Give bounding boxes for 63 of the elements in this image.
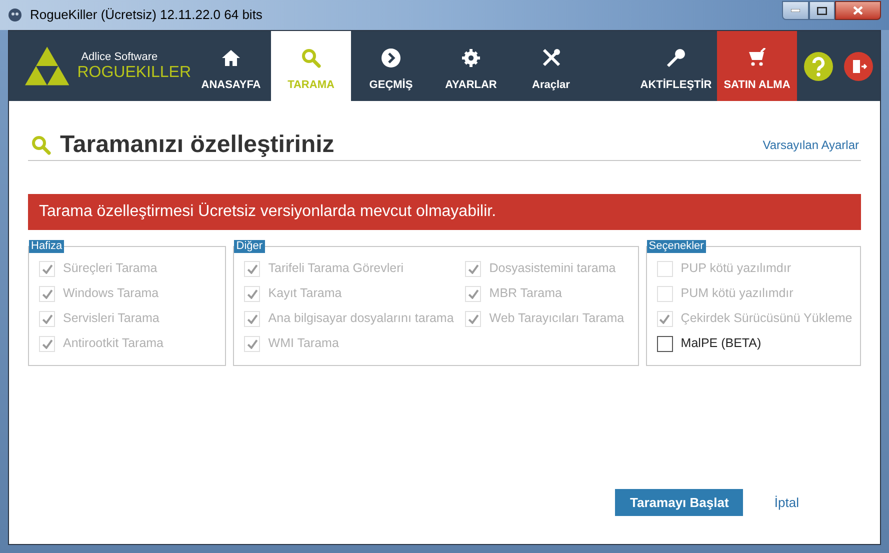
buy-tab[interactable]: SATIN ALMA <box>717 31 797 101</box>
nav-tab[interactable]: AKTİFLEŞTİR <box>635 31 717 101</box>
nav-tab[interactable]: AYARLAR <box>431 31 511 101</box>
check-icon <box>659 314 670 324</box>
exit-door-icon[interactable] <box>844 52 873 80</box>
checkbox-label: Süreçleri Tarama <box>63 260 158 278</box>
close-button[interactable] <box>835 1 881 20</box>
checkbox-label: Servisleri Tarama <box>63 310 160 328</box>
check-icon <box>246 264 258 274</box>
default-settings-link[interactable]: Varsayılan Ayarlar <box>762 136 859 154</box>
triangle-logo-icon <box>25 46 70 86</box>
checkbox-label: Kayıt Tarama <box>268 285 342 302</box>
check-icon <box>246 338 258 348</box>
help-icon[interactable] <box>804 52 833 80</box>
checkbox-label: Tarifeli Tarama Görevleri <box>268 260 404 278</box>
check-icon <box>42 288 52 298</box>
page-heading: Taramanızı özelleştiriniz <box>60 130 334 160</box>
check-icon <box>246 288 258 298</box>
checkbox-label: PUM kötü yazılımdır <box>680 285 794 302</box>
checkbox-label: PUP kötü yazılımdır <box>680 260 792 278</box>
gear-icon <box>461 48 481 68</box>
minimize-button[interactable] <box>782 1 809 20</box>
checkbox-label: Dosyasistemini tarama <box>489 260 616 278</box>
check-icon <box>246 314 258 324</box>
checkbox[interactable] <box>656 336 673 352</box>
tools-icon <box>541 48 561 68</box>
warning-banner: Tarama özelleştirmesi Ücretsiz versiyonlarda mevcut olmayabilir. <box>28 194 861 230</box>
group-title: Hafiza <box>29 240 64 253</box>
search-icon <box>301 48 321 68</box>
checkbox-label: WMI Tarama <box>268 335 339 352</box>
key-icon <box>666 48 686 68</box>
checkbox-label: Windows Tarama <box>63 285 159 302</box>
check-icon <box>42 264 52 274</box>
window-title: RogueKiller (Ücretsiz) 12.11.22.0 64 bits <box>30 6 262 24</box>
checkbox-label: Ana bilgisayar dosyalarını tarama <box>268 310 454 328</box>
check-icon <box>42 338 52 348</box>
app-icon <box>8 8 22 22</box>
cart-icon <box>747 48 767 68</box>
check-icon <box>468 288 479 298</box>
checkbox-label: MalPE (BETA) <box>680 335 762 352</box>
nav-tab[interactable]: Araçlar <box>511 31 591 101</box>
checkbox-label: Antirootkit Tarama <box>63 335 164 352</box>
nav-tab[interactable]: GEÇMİŞ <box>351 31 431 101</box>
checkbox-label: Web Tarayıcıları Tarama <box>489 310 624 328</box>
check-icon <box>468 314 479 324</box>
company-name: Adlice Software <box>81 52 159 62</box>
checkbox-label: MBR Tarama <box>489 285 562 302</box>
search-icon <box>31 134 51 154</box>
check-icon <box>468 264 479 274</box>
group-title: Seçenekler <box>646 240 706 253</box>
check-icon <box>42 314 52 324</box>
maximize-button[interactable] <box>809 1 835 20</box>
cancel-link[interactable]: İptal <box>774 492 799 512</box>
home-icon <box>221 48 241 68</box>
group-title: Diğer <box>234 240 265 253</box>
minimize-icon <box>791 9 800 12</box>
start-scan-button[interactable]: Taramayı Başlat <box>615 489 744 516</box>
chevron-circle-icon <box>381 48 401 68</box>
nav-tab[interactable]: ANASAYFA <box>191 31 271 101</box>
checkbox-label: Çekirdek Sürücüsünü Yükleme <box>680 310 852 328</box>
maximize-icon <box>817 6 827 14</box>
product-name: ROGUEKILLER <box>77 64 191 80</box>
close-icon <box>853 6 863 15</box>
